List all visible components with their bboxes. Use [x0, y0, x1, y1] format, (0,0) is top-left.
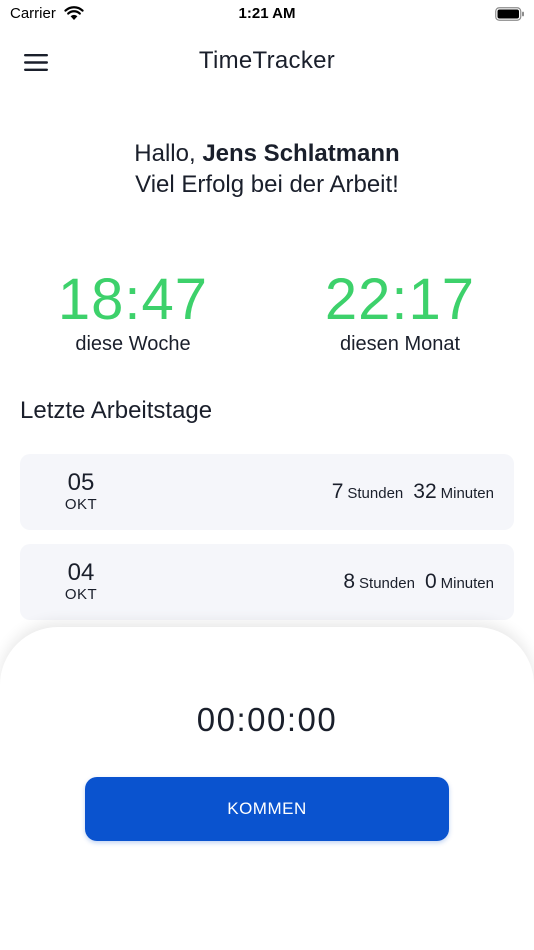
greeting: Hallo, Jens Schlatmann Viel Erfolg bei d… — [0, 138, 534, 200]
app-title: TimeTracker — [198, 47, 336, 74]
screen: Carrier 1:21 AM TimeTracker Hallo, Jens … — [0, 0, 534, 950]
work-day-card[interactable]: 04 OKT 8 Stunden 0 Minuten — [20, 544, 514, 620]
recent-days-title: Letzte Arbeitstage — [20, 397, 213, 424]
timer-display: 00:00:00 — [196, 701, 338, 738]
greeting-message: Viel Erfolg bei der Arbeit! — [135, 171, 399, 198]
month-hours-label: diesen Monat — [339, 333, 461, 355]
duration-hours: 8 — [343, 570, 356, 593]
greeting-prefix: Hallo, — [134, 140, 196, 167]
status-bar: Carrier 1:21 AM — [0, 0, 534, 30]
week-hours-value: 18:47 — [57, 267, 209, 332]
day-date: 05 OKT — [50, 469, 112, 514]
status-time: 1:21 AM — [238, 5, 296, 22]
duration-minutes: 32 — [413, 480, 437, 503]
week-hours-label: diese Woche — [75, 333, 191, 355]
user-name: Jens Schlatmann — [202, 140, 400, 167]
time-tracking-sheet: 00:00:00 KOMMEN — [0, 627, 534, 950]
stat-month: 22:17 diesen Monat — [275, 268, 525, 356]
day-month: OKT — [64, 496, 98, 513]
duration-minutes-unit: Minuten — [440, 485, 494, 502]
duration-minutes: 0 — [424, 570, 437, 593]
duration-minutes-unit: Minuten — [440, 575, 494, 592]
month-hours-value: 22:17 — [324, 267, 476, 332]
day-number: 04 — [67, 559, 95, 586]
duration-hours-unit: Stunden — [359, 575, 415, 592]
day-date: 04 OKT — [50, 559, 112, 604]
day-duration: 7 Stunden 32 Minuten — [332, 480, 494, 504]
stat-week: 18:47 diese Woche — [8, 268, 258, 356]
duration-hours: 7 — [331, 480, 344, 503]
greeting-line: Hallo, Jens Schlatmann — [0, 138, 534, 169]
day-duration: 8 Stunden 0 Minuten — [343, 570, 494, 594]
duration-hours-unit: Stunden — [347, 485, 404, 502]
work-day-card[interactable]: 05 OKT 7 Stunden 32 Minuten — [20, 454, 514, 530]
day-number: 05 — [67, 469, 95, 496]
day-month: OKT — [64, 586, 98, 603]
clock-in-button[interactable]: KOMMEN — [85, 777, 449, 841]
battery-icon — [495, 7, 524, 21]
